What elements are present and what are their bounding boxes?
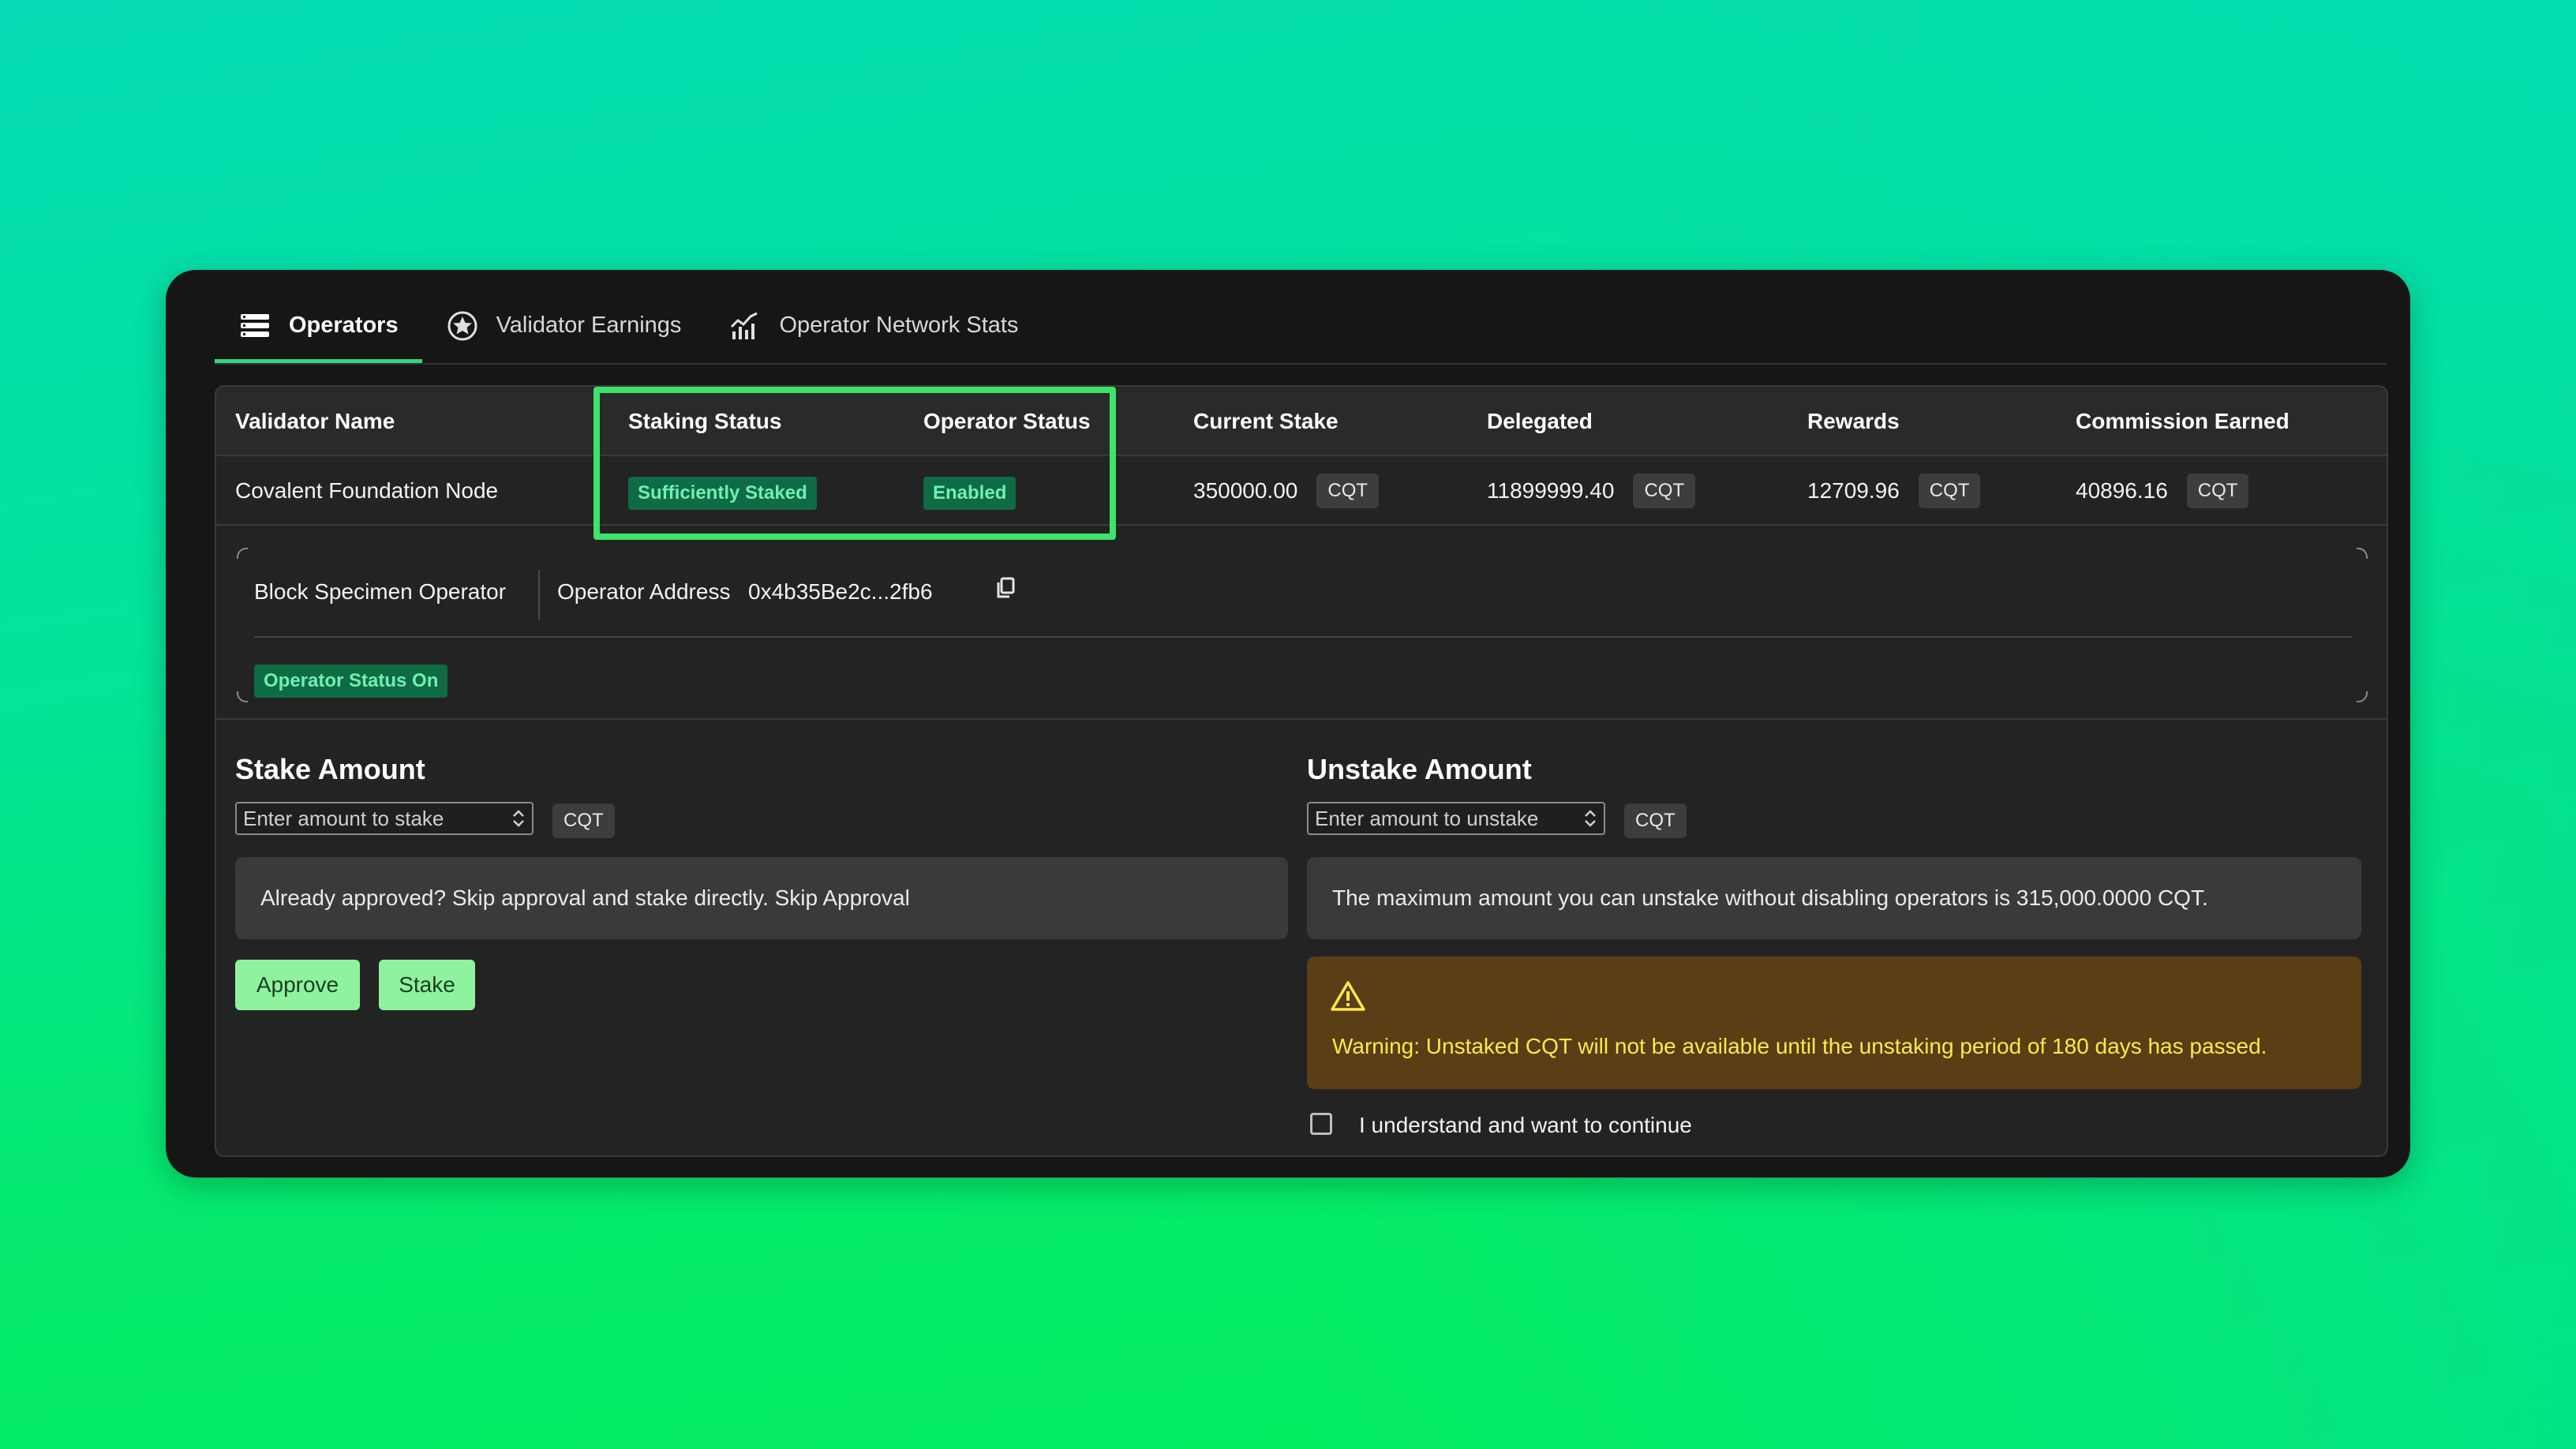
operators-panel: Validator Name Staking Status Operator S… [215,385,2388,1157]
approve-button[interactable]: Approve [235,960,360,1010]
delegated-cell: 11899999.40 CQT [1487,474,1696,508]
divider [216,718,2387,720]
unstake-unit-badge: CQT [1624,803,1687,838]
unstake-warning: Warning: Unstaked CQT will not be availa… [1307,957,2361,1089]
divider [254,636,2352,638]
warning-icon [1331,981,1365,1011]
unstake-amount-title: Unstake Amount [1307,753,1532,785]
header-rewards: Rewards [1807,409,1900,433]
operator-status-on-badge: Operator Status On [254,665,448,698]
unit-badge: CQT [1316,474,1380,508]
tab-operator-network-stats[interactable]: Operator Network Stats [705,268,1042,363]
copy-icon[interactable] [994,576,1018,600]
commission-earned-cell: 40896.16 CQT [2076,474,2249,508]
detail-corner [237,691,248,702]
validator-name: Covalent Foundation Node [235,478,499,503]
current-stake-value: 350000.00 [1193,478,1298,503]
input-placeholder: Enter amount to stake [243,806,444,830]
staking-status-cell: Sufficiently Staked [628,477,817,510]
delegated-value: 11899999.40 [1487,478,1615,503]
max-unstake-text: The maximum amount you can unstake witho… [1332,886,2208,910]
current-stake-cell: 350000.00 CQT [1193,474,1380,508]
header-operator-status: Operator Status [923,409,1091,433]
tab-label: Operators [289,313,399,338]
operator-address: 0x4b35Be2c...2fb6 [748,579,933,604]
rewards-value: 12709.96 [1807,478,1900,503]
skip-approval-info: Already approved? Skip approval and stak… [235,857,1288,939]
detail-corner [2357,691,2368,702]
understand-checkbox-label[interactable]: I understand and want to continue [1359,1113,1692,1138]
operator-address-label: Operator Address [557,579,731,604]
tab-bar: Operators Validator Earnings Operator Ne… [215,270,2387,365]
tab-validator-earnings[interactable]: Validator Earnings [422,268,706,363]
bar-chart-icon [731,312,758,339]
header-current-stake: Current Stake [1193,409,1339,433]
skip-approval-text: Already approved? Skip approval and stak… [260,886,910,910]
operator-status-cell: Enabled [923,477,1017,510]
commission-earned-value: 40896.16 [2076,478,2168,503]
star-circle-icon [447,311,477,340]
operator-detail: Block Specimen Operator Operator Address… [237,548,2368,702]
input-placeholder: Enter amount to unstake [1315,806,1539,830]
operator-type: Block Specimen Operator [254,579,507,604]
header-staking-status: Staking Status [628,409,782,433]
unit-badge: CQT [1918,474,1981,508]
stake-button[interactable]: Stake [379,960,475,1010]
header-validator-name: Validator Name [235,409,395,433]
operator-status-badge: Enabled [923,477,1017,510]
stake-unit-badge: CQT [552,803,615,838]
staking-status-badge: Sufficiently Staked [628,477,817,510]
understand-checkbox[interactable] [1310,1113,1332,1135]
header-commission-earned: Commission Earned [2076,409,2290,433]
stake-amount-title: Stake Amount [235,753,425,785]
list-icon [241,313,269,337]
detail-corner [2357,548,2368,559]
tab-label: Operator Network Stats [779,313,1019,338]
table-row[interactable]: Covalent Foundation Node Sufficiently St… [216,456,2387,526]
unit-badge: CQT [2186,474,2249,508]
stepper-icon[interactable] [511,807,526,829]
header-delegated: Delegated [1487,409,1593,433]
table-header: Validator Name Staking Status Operator S… [216,387,2387,456]
detail-corner [237,548,248,559]
tab-label: Validator Earnings [496,313,682,338]
divider [538,570,540,620]
unstake-amount-input[interactable]: Enter amount to unstake [1307,802,1605,835]
staking-window: Operators Validator Earnings Operator Ne… [166,270,2410,1178]
stepper-icon[interactable] [1583,807,1597,829]
rewards-cell: 12709.96 CQT [1807,474,1981,508]
tab-operators[interactable]: Operators [215,268,422,363]
stake-amount-input[interactable]: Enter amount to stake [235,802,534,835]
max-unstake-info: The maximum amount you can unstake witho… [1307,857,2361,939]
unit-badge: CQT [1633,474,1696,508]
warning-text: Warning: Unstaked CQT will not be availa… [1332,1034,2267,1058]
